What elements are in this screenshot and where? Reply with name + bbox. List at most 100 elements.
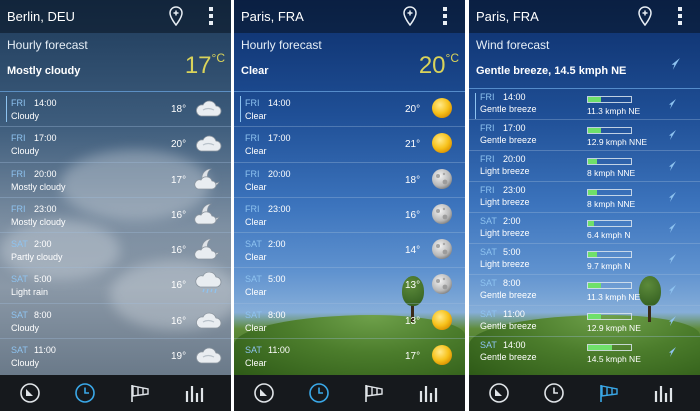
forecast-row[interactable]: SAT 8:00 Cloudy 16° <box>0 302 231 338</box>
row-day: FRI <box>480 154 495 164</box>
forecast-row[interactable]: FRI 17:00 Clear 21° <box>234 126 465 161</box>
row-time: 5:00 <box>503 247 521 257</box>
row-day: FRI <box>480 185 495 195</box>
city-name[interactable]: Berlin, DEU <box>7 9 75 24</box>
row-day: SAT <box>245 309 262 320</box>
graph-icon[interactable] <box>184 382 206 404</box>
wind-speed: 11.3 kmph NE <box>587 106 641 116</box>
current-icon[interactable] <box>253 382 275 404</box>
wind-row[interactable]: SAT 2:00 Light breeze 6.4 kmph N <box>469 212 700 243</box>
city-name[interactable]: Paris, FRA <box>241 9 304 24</box>
forecast-row[interactable]: FRI 14:00 Cloudy 18° <box>0 91 231 126</box>
wind-row[interactable]: SAT 5:00 Light breeze 9.7 kmph N <box>469 243 700 274</box>
wind-speed: 12.9 kmph NE <box>587 323 641 333</box>
current-icon[interactable] <box>19 382 41 404</box>
sun-icon <box>428 131 456 155</box>
wind-arrow-icon <box>669 347 676 357</box>
wind-speed: 14.5 kmph NE <box>587 354 641 364</box>
overflow-menu-icon[interactable] <box>442 7 448 27</box>
row-condition: Cloudy <box>11 322 40 333</box>
wind-row[interactable]: SAT 11:00 Gentle breeze 12.9 kmph NE <box>469 305 700 336</box>
cloud-icon <box>194 308 222 332</box>
moon-cloud-icon <box>194 167 222 191</box>
row-time: 14:00 <box>503 92 526 102</box>
wind-strength-bar <box>587 313 632 320</box>
panel-berlin-hourly: Berlin, DEU Hourly forecast Mostly cloud… <box>0 0 231 411</box>
row-day: FRI <box>11 98 26 108</box>
forecast-row[interactable]: SAT 2:00 Partly cloudy 16° <box>0 232 231 267</box>
graph-icon[interactable] <box>653 382 675 404</box>
row-time: 23:00 <box>503 185 526 195</box>
row-time: 20:00 <box>34 168 57 179</box>
hourly-forecast-list: FRI 14:00 Clear 20° FRI 17:00 Clear 21° FRI 20:00… <box>234 91 465 373</box>
wind-row[interactable]: FRI 14:00 Gentle breeze 11.3 kmph NE <box>469 88 700 119</box>
wind-row[interactable]: SAT 14:00 Gentle breeze 14.5 kmph NE <box>469 336 700 367</box>
row-temperature: 16° <box>405 209 421 221</box>
row-temperature: 20° <box>171 139 187 151</box>
clock-icon[interactable] <box>543 382 565 404</box>
wind-row[interactable]: FRI 23:00 Light breeze 8 kmph NNE <box>469 181 700 212</box>
wind-arrow-icon <box>669 316 676 326</box>
row-day: SAT <box>11 239 28 250</box>
forecast-row[interactable]: SAT 2:00 Clear 14° <box>234 232 465 267</box>
row-day: FRI <box>245 98 260 108</box>
section-title: Hourly forecast <box>7 38 88 52</box>
clock-icon[interactable] <box>308 382 330 404</box>
current-icon[interactable] <box>488 382 510 404</box>
forecast-row[interactable]: FRI 23:00 Clear 16° <box>234 196 465 232</box>
forecast-row[interactable]: SAT 5:00 Light rain 16° <box>0 267 231 302</box>
row-temperature: 16° <box>171 209 187 221</box>
row-day: SAT <box>480 216 497 226</box>
wind-arrow-icon <box>669 254 676 264</box>
section-title: Wind forecast <box>476 38 550 52</box>
forecast-row[interactable]: FRI 23:00 Mostly cloudy 16° <box>0 196 231 232</box>
overflow-menu-icon[interactable] <box>677 7 683 27</box>
wind-row[interactable]: FRI 20:00 Light breeze 8 kmph NNE <box>469 150 700 181</box>
current-temperature: 17°C <box>184 51 225 79</box>
add-location-icon[interactable] <box>638 6 652 26</box>
row-day: SAT <box>245 239 262 250</box>
add-location-icon[interactable] <box>403 6 417 26</box>
forecast-row[interactable]: FRI 17:00 Cloudy 20° <box>0 126 231 161</box>
row-condition: Clear <box>245 287 267 298</box>
row-temperature: 14° <box>405 245 421 257</box>
wind-strength-bar <box>587 96 632 103</box>
clock-icon[interactable] <box>74 382 96 404</box>
bottom-nav <box>0 375 231 411</box>
forecast-row[interactable]: SAT 11:00 Cloudy 19° <box>0 338 231 373</box>
row-time: 17:00 <box>503 123 526 133</box>
sun-icon <box>428 96 456 120</box>
sun-icon <box>428 308 456 332</box>
wind-strength-bar <box>587 158 632 165</box>
row-time: 11:00 <box>268 345 290 356</box>
forecast-row[interactable]: SAT 5:00 Clear 13° <box>234 267 465 302</box>
row-condition: Clear <box>245 358 267 369</box>
forecast-row[interactable]: FRI 20:00 Clear 18° <box>234 161 465 197</box>
windsock-icon[interactable] <box>363 382 385 404</box>
row-time: 8:00 <box>503 278 521 288</box>
city-name[interactable]: Paris, FRA <box>476 9 539 24</box>
wind-row[interactable]: FRI 17:00 Gentle breeze 12.9 kmph NNE <box>469 119 700 150</box>
row-day: FRI <box>11 133 26 144</box>
overflow-menu-icon[interactable] <box>208 7 214 27</box>
row-day: SAT <box>480 309 497 319</box>
row-time: 2:00 <box>268 239 286 250</box>
row-temperature: 21° <box>405 139 421 151</box>
forecast-row[interactable]: SAT 8:00 Clear 13° <box>234 302 465 338</box>
row-time: 14:00 <box>503 340 526 350</box>
add-location-icon[interactable] <box>169 6 183 26</box>
windsock-icon[interactable] <box>129 382 151 404</box>
forecast-row[interactable]: FRI 20:00 Mostly cloudy 17° <box>0 161 231 197</box>
wind-strength-bar <box>587 344 632 351</box>
forecast-row[interactable]: FRI 14:00 Clear 20° <box>234 91 465 126</box>
windsock-icon[interactable] <box>598 382 620 404</box>
row-time: 2:00 <box>503 216 521 226</box>
wind-arrow-icon <box>669 130 676 140</box>
wind-speed: 8 kmph NNE <box>587 199 636 209</box>
wind-row[interactable]: SAT 8:00 Gentle breeze 11.3 kmph NE <box>469 274 700 305</box>
row-condition: Clear <box>245 181 267 192</box>
forecast-row[interactable]: SAT 11:00 Clear 17° <box>234 338 465 373</box>
row-time: 20:00 <box>268 168 291 179</box>
graph-icon[interactable] <box>418 382 440 404</box>
hourly-forecast-list: FRI 14:00 Cloudy 18° FRI 17:00 Cloudy 20° FRI 20:… <box>0 91 231 373</box>
